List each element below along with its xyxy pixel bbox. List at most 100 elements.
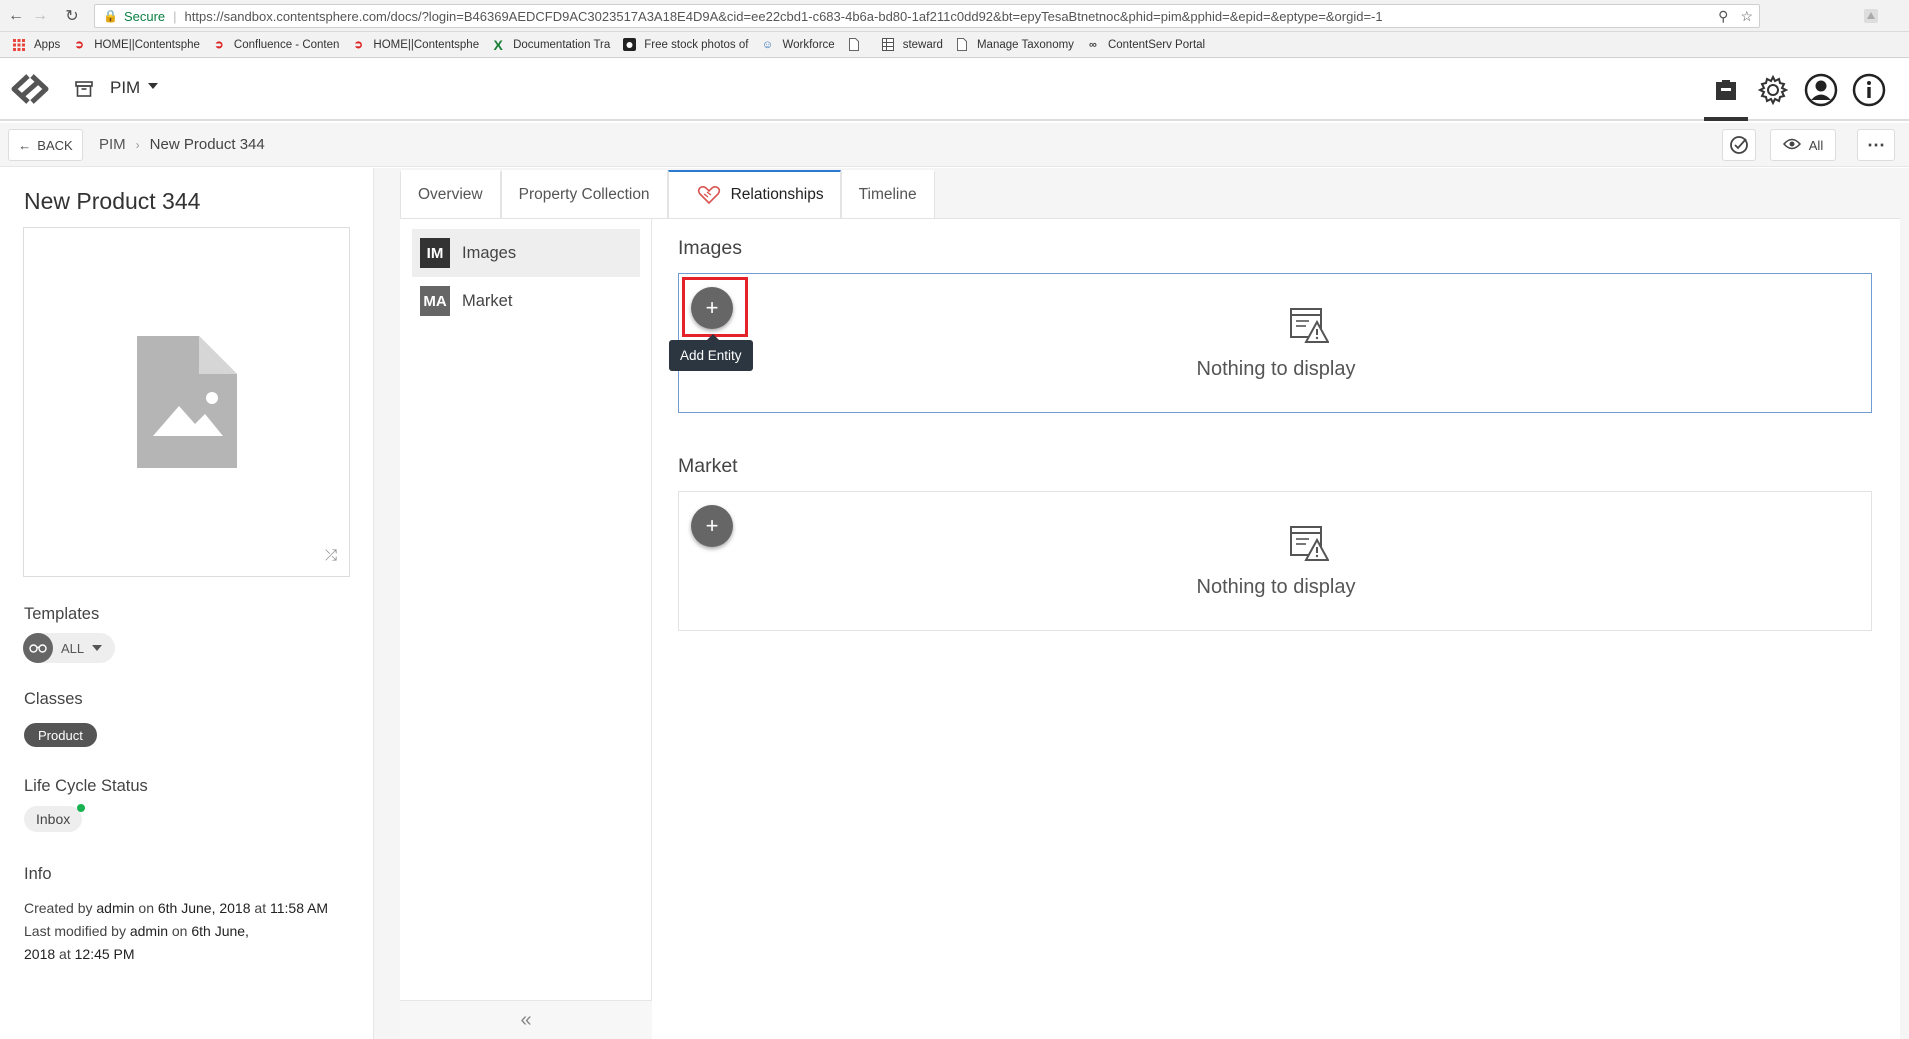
lifecycle-label: Life Cycle Status — [24, 777, 148, 795]
tab-property-collection[interactable]: Property Collection — [500, 170, 668, 218]
class-chip[interactable]: Product — [24, 723, 97, 747]
address-separator: | — [173, 8, 177, 24]
breadcrumb-bar: ← BACK PIM › New Product 344 All ⋯ — [0, 123, 1909, 167]
browser-toolbar: ← → ↻ 🔒 Secure | https://sandbox.content… — [0, 0, 1909, 32]
bookmark-label: HOME||Contentsphe — [94, 38, 200, 51]
bookmark-label: steward — [902, 38, 943, 51]
info-text: Created by — [24, 900, 93, 916]
plus-icon: + — [705, 513, 719, 538]
info-text: at — [59, 946, 71, 962]
empty-state-text: Nothing to display — [1196, 358, 1356, 380]
bookmark-steward[interactable]: steward — [881, 38, 943, 52]
bookmark-manage-taxonomy[interactable]: Manage Taxonomy — [955, 38, 1074, 52]
info-text: Last modified by — [24, 923, 126, 939]
rel-nav-images[interactable]: IM Images — [412, 229, 640, 277]
template-selector[interactable]: ALL — [23, 633, 115, 663]
back-button[interactable]: ← BACK — [8, 129, 83, 161]
classes-label: Classes — [24, 690, 83, 708]
caret-down-icon[interactable] — [148, 83, 158, 89]
rel-nav-label: Market — [462, 291, 513, 310]
status-indicator-dot — [77, 804, 85, 812]
back-arrow-icon[interactable]: ← — [6, 6, 26, 26]
breadcrumb-pim[interactable]: PIM — [99, 136, 126, 153]
bookmark-documentation[interactable]: X Documentation Tra — [491, 37, 611, 53]
bookmark-home-2[interactable]: ➲ HOME||Contentsphe — [351, 38, 479, 52]
more-options-button[interactable]: ⋯ — [1857, 129, 1895, 161]
relationship-nav: IM Images MA Market « — [400, 219, 652, 1039]
camera-icon — [622, 38, 636, 52]
bookmark-home-1[interactable]: ➲ HOME||Contentsphe — [72, 38, 200, 52]
page-icon — [955, 38, 969, 52]
eye-icon — [1782, 138, 1801, 153]
url-text[interactable]: https://sandbox.contentsphere.com/docs/?… — [185, 9, 1383, 24]
info-date: 6th June, — [191, 923, 249, 939]
rel-nav-market[interactable]: MA Market — [412, 277, 640, 325]
apps-grid-icon — [12, 38, 26, 52]
bookmark-contentserv-portal[interactable]: ∞ ContentServ Portal — [1086, 38, 1205, 52]
view-all-button[interactable]: All — [1770, 129, 1836, 161]
zoom-icon[interactable]: ⚲ — [1718, 8, 1728, 25]
collapse-arrows-icon[interactable]: ⤮ — [325, 547, 337, 564]
reload-icon[interactable]: ↻ — [62, 6, 82, 26]
task-check-button[interactable] — [1722, 129, 1756, 161]
secure-label: Secure — [123, 8, 166, 24]
bookmark-label: Apps — [34, 38, 61, 51]
info-user: admin — [129, 923, 168, 939]
empty-state-text: Nothing to display — [1196, 576, 1356, 598]
bookmark-apps[interactable]: Apps — [12, 38, 60, 52]
relationships-panel: IM Images MA Market « Images + Add Entit… — [400, 218, 1900, 1039]
tab-relationships-label: Relationships — [730, 186, 824, 203]
address-bar[interactable]: 🔒 Secure | https://sandbox.contentsphere… — [94, 4, 1760, 28]
info-date: 2018 — [24, 946, 56, 962]
image-placeholder-icon — [137, 336, 237, 468]
active-indicator — [1704, 117, 1748, 121]
bookmarks-bar: Apps ➲ HOME||Contentsphe ➲ Confluence - … — [0, 32, 1909, 58]
bookmark-label: Documentation Tra — [513, 38, 611, 51]
rel-abbr-badge: IM — [420, 238, 450, 268]
main-content: Overview Property Collection Relationshi… — [374, 168, 1909, 1039]
tab-relationships[interactable]: Relationships — [667, 170, 841, 218]
contentserv-logo-icon[interactable] — [8, 72, 52, 106]
modified-info-cont: 2018 at 12:45 PM — [24, 943, 135, 966]
user-avatar-icon[interactable] — [1803, 72, 1839, 108]
portal-icon: ∞ — [1089, 38, 1097, 51]
add-entity-button[interactable]: + — [691, 287, 733, 329]
tab-overview[interactable]: Overview — [400, 170, 501, 218]
settings-gear-icon[interactable] — [1755, 72, 1791, 108]
product-image-preview[interactable]: ⤮ — [23, 227, 350, 577]
extension-icon[interactable] — [1862, 7, 1880, 25]
star-icon[interactable]: ☆ — [1740, 8, 1753, 25]
bookmark-label: Free stock photos of — [644, 38, 749, 51]
collapse-panel-button[interactable]: « — [400, 1000, 652, 1039]
caret-down-icon — [92, 645, 103, 651]
tab-timeline[interactable]: Timeline — [840, 170, 935, 218]
forward-arrow-icon[interactable]: → — [30, 6, 50, 26]
contentserv-icon: ➲ — [74, 39, 84, 51]
lifecycle-status-chip[interactable]: Inbox — [24, 806, 83, 832]
template-value: ALL — [61, 640, 85, 656]
bookmark-stock-photos[interactable]: Free stock photos of — [622, 38, 748, 52]
chevron-right-icon: › — [135, 137, 140, 152]
info-label: Info — [24, 865, 52, 883]
workforce-icon: ☺ — [761, 38, 774, 51]
no-data-warning-icon — [1290, 526, 1329, 561]
info-date: 6th June, 2018 — [157, 900, 251, 916]
bookmark-page[interactable] — [847, 38, 869, 52]
tab-bar: Overview Property Collection Relationshi… — [400, 170, 935, 218]
module-selector-label[interactable]: PIM — [110, 78, 140, 98]
info-user: admin — [96, 900, 135, 916]
info-text: at — [254, 900, 267, 916]
section-heading-images: Images — [678, 237, 742, 259]
add-entity-button[interactable]: + — [691, 505, 733, 547]
bookmark-confluence[interactable]: ➲ Confluence - Conten — [212, 38, 339, 52]
rel-abbr-badge: MA — [420, 286, 450, 316]
info-icon[interactable] — [1851, 72, 1887, 108]
section-heading-market: Market — [678, 455, 738, 477]
double-chevron-left-icon: « — [520, 1009, 532, 1031]
info-text: on — [171, 923, 188, 939]
bookmark-workforce[interactable]: ☺ Workforce — [760, 38, 835, 52]
no-data-warning-icon — [1290, 308, 1329, 343]
products-icon[interactable] — [1708, 72, 1744, 108]
relationship-scroll-area[interactable]: Images + Add Entity Nothing to display M… — [652, 219, 1900, 739]
lock-icon: 🔒 — [103, 9, 118, 23]
